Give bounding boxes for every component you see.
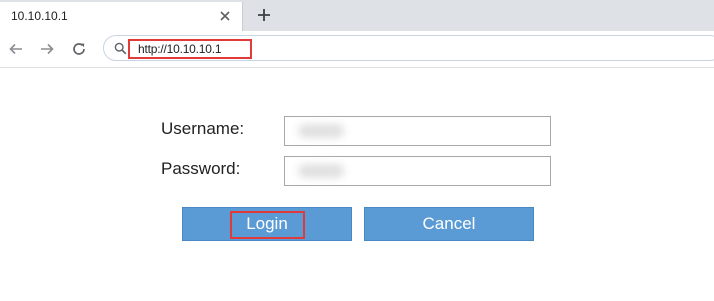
cancel-button[interactable]: Cancel <box>364 207 534 241</box>
username-label: Username: <box>161 119 245 138</box>
arrow-right-icon[interactable] <box>39 41 55 57</box>
reload-icon[interactable] <box>71 41 87 57</box>
password-label: Password: <box>161 159 241 178</box>
redacted-username <box>298 124 344 138</box>
close-icon[interactable] <box>218 9 232 23</box>
tab-strip: 10.10.10.1 <box>0 0 714 31</box>
login-button[interactable]: Login <box>182 207 352 241</box>
search-icon <box>114 42 127 55</box>
tab-title: 10.10.10.1 <box>11 9 68 23</box>
arrow-left-icon[interactable] <box>8 41 24 57</box>
address-url[interactable]: http://10.10.10.1 <box>138 42 222 56</box>
url-highlight: http://10.10.10.1 <box>128 39 252 59</box>
login-button-label: Login <box>246 214 288 233</box>
redacted-password <box>298 164 344 178</box>
address-bar[interactable]: http://10.10.10.1 <box>103 35 714 61</box>
plus-icon[interactable] <box>256 7 272 23</box>
cancel-button-label: Cancel <box>422 214 476 233</box>
browser-tab[interactable]: 10.10.10.1 <box>0 2 243 31</box>
browser-toolbar: http://10.10.10.1 <box>0 31 714 68</box>
